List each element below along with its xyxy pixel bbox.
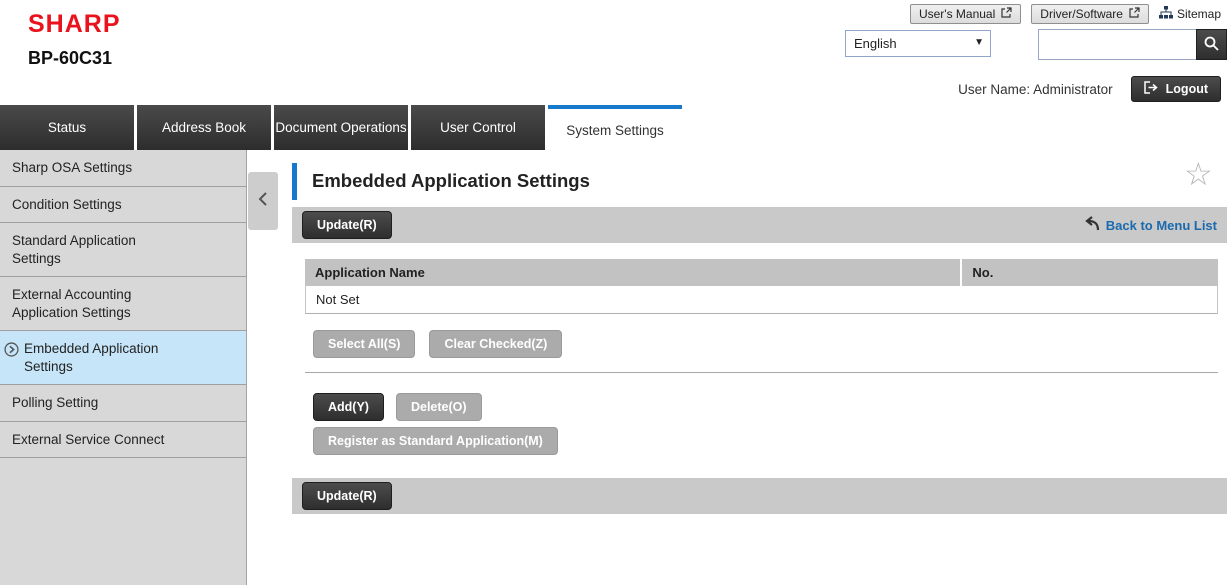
tab-document-operations[interactable]: Document Operations xyxy=(274,105,408,150)
page-title: Embedded Application Settings xyxy=(312,170,590,192)
tab-address-book[interactable]: Address Book xyxy=(137,105,271,150)
content: Sharp OSA Settings Condition Settings St… xyxy=(0,150,1227,585)
sitemap-icon xyxy=(1159,6,1173,22)
language-select[interactable]: English xyxy=(845,30,991,57)
sidebar-item-external-accounting-application-settings[interactable]: External Accounting Application Settings xyxy=(0,277,246,331)
register-button-row: Register as Standard Application(M) xyxy=(313,427,558,455)
tab-label: User Control xyxy=(440,120,516,136)
sidebar-item-sharp-osa-settings[interactable]: Sharp OSA Settings xyxy=(0,150,246,187)
clear-checked-button[interactable]: Clear Checked(Z) xyxy=(429,330,562,358)
top-toolbar: Update(R) Back to Menu List xyxy=(292,207,1227,243)
logout-button[interactable]: Logout xyxy=(1131,76,1221,102)
tab-status[interactable]: Status xyxy=(0,105,134,150)
title-accent-bar xyxy=(292,163,297,200)
sharp-logo: SHARP xyxy=(28,10,121,39)
add-delete-buttons: Add(Y) Delete(O) xyxy=(313,393,482,421)
users-manual-label: User's Manual xyxy=(919,7,995,21)
sidebar-item-condition-settings[interactable]: Condition Settings xyxy=(0,187,246,224)
tab-label: System Settings xyxy=(566,123,664,139)
table-row: Not Set xyxy=(305,286,1218,314)
sitemap-label: Sitemap xyxy=(1177,7,1221,21)
sidebar-item-polling-setting[interactable]: Polling Setting xyxy=(0,385,246,422)
logout-icon xyxy=(1144,81,1159,97)
column-application-name: Application Name xyxy=(305,259,962,286)
driver-software-label: Driver/Software xyxy=(1040,7,1123,21)
add-button[interactable]: Add(Y) xyxy=(313,393,384,421)
column-no: No. xyxy=(962,259,1218,286)
main-nav: Status Address Book Document Operations … xyxy=(0,105,682,152)
search-input[interactable] xyxy=(1038,29,1196,60)
header-links: User's Manual Driver/Software Sitemap xyxy=(910,4,1221,24)
model-name: BP-60C31 xyxy=(28,48,112,69)
cell-application-name: Not Set xyxy=(305,286,962,314)
sidebar-item-embedded-application-settings[interactable]: Embedded Application Settings xyxy=(0,331,246,385)
search-area xyxy=(1038,29,1227,60)
selected-item-arrow-icon xyxy=(4,342,19,362)
sidebar-item-standard-application-settings[interactable]: Standard Application Settings xyxy=(0,223,246,277)
sidebar-collapse-button[interactable] xyxy=(248,172,278,230)
divider xyxy=(305,372,1218,373)
logout-label: Logout xyxy=(1166,82,1208,96)
update-button[interactable]: Update(R) xyxy=(302,211,392,239)
update-button-bottom[interactable]: Update(R) xyxy=(302,482,392,510)
tab-label: Document Operations xyxy=(275,120,406,136)
delete-button[interactable]: Delete(O) xyxy=(396,393,482,421)
chevron-left-icon xyxy=(258,191,268,212)
cell-no xyxy=(962,286,1218,314)
users-manual-button[interactable]: User's Manual xyxy=(910,4,1021,24)
tab-system-settings[interactable]: System Settings xyxy=(548,105,682,152)
external-link-icon xyxy=(1129,7,1140,21)
back-arrow-icon xyxy=(1083,216,1100,234)
register-standard-application-button[interactable]: Register as Standard Application(M) xyxy=(313,427,558,455)
sitemap-link[interactable]: Sitemap xyxy=(1159,6,1221,22)
application-table: Application Name No. Not Set xyxy=(305,259,1218,314)
sidebar-item-label: Embedded Application Settings xyxy=(24,341,158,374)
page: SHARP BP-60C31 User's Manual Driver/Soft… xyxy=(0,0,1227,585)
bottom-toolbar: Update(R) xyxy=(292,478,1227,514)
search-icon xyxy=(1204,36,1219,54)
external-link-icon xyxy=(1001,7,1012,21)
select-all-button[interactable]: Select All(S) xyxy=(313,330,415,358)
tab-user-control[interactable]: User Control xyxy=(411,105,545,150)
user-name-text: User Name: Administrator xyxy=(958,82,1113,97)
search-button[interactable] xyxy=(1196,29,1227,60)
tab-label: Address Book xyxy=(162,120,246,136)
back-to-menu-label: Back to Menu List xyxy=(1106,218,1217,233)
favorite-star-icon[interactable]: ☆ xyxy=(1184,158,1213,190)
sidebar: Sharp OSA Settings Condition Settings St… xyxy=(0,150,247,585)
back-to-menu-link[interactable]: Back to Menu List xyxy=(1083,216,1217,234)
language-select-wrap: English ▼ xyxy=(845,30,991,57)
table-header-row: Application Name No. xyxy=(305,259,1218,286)
header: SHARP BP-60C31 User's Manual Driver/Soft… xyxy=(0,0,1227,105)
selection-buttons: Select All(S) Clear Checked(Z) xyxy=(313,330,562,358)
sidebar-item-external-service-connect[interactable]: External Service Connect xyxy=(0,422,246,459)
driver-software-button[interactable]: Driver/Software xyxy=(1031,4,1149,24)
user-area: User Name: Administrator Logout xyxy=(958,76,1221,102)
tab-label: Status xyxy=(48,120,86,136)
